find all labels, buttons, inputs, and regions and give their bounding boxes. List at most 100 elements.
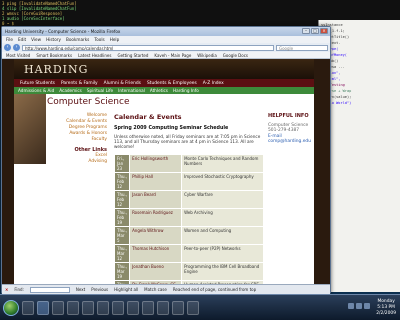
section-heading: Calendar & Events <box>114 113 182 121</box>
table-row: Thu., Mar 12 Thomas Hutchison Peer-to-peer… <box>113 243 264 263</box>
menu-view[interactable]: View <box>31 37 41 42</box>
taskbar-item[interactable] <box>187 300 199 315</box>
highlight-all-button[interactable]: Highlight all <box>114 287 138 292</box>
event-date: Thu., Mar 5 <box>113 225 131 245</box>
nav-item[interactable]: Harding Info <box>173 88 199 93</box>
taskbar-item[interactable] <box>67 300 79 315</box>
find-label: Find: <box>14 287 24 292</box>
bookmark-item[interactable]: Latest Headlines <box>78 53 111 58</box>
menu-tools[interactable]: Tools <box>94 37 104 42</box>
taskbar-items <box>22 300 199 315</box>
navigation-toolbar: ‹ › http://www.harding.edu/comp/calendar… <box>2 43 330 52</box>
event-date: Fri., Jan 23 <box>113 153 131 173</box>
clock[interactable]: Monday 5:13 PM 2/2/2009 <box>376 299 396 317</box>
forward-arrow-icon[interactable]: › <box>13 44 20 51</box>
event-speaker: Eric Hollingsworth <box>129 153 183 173</box>
minimize-button[interactable]: – <box>302 28 310 34</box>
nav-item[interactable]: Parents & Family <box>61 81 98 86</box>
battery-icon[interactable] <box>364 303 370 309</box>
table-row: Thu., Feb 12 Phillip Hall Improved Stochas… <box>113 171 264 191</box>
volume-icon[interactable] <box>356 303 362 309</box>
find-next-button[interactable]: Next <box>76 287 85 292</box>
taskbar-item[interactable] <box>127 300 139 315</box>
events-table: Fri., Jan 23 Eric Hollingsworth Monte Carl… <box>113 153 264 284</box>
hero-image <box>14 94 46 164</box>
menu-bar: File Edit View History Bookmarks Tools Help <box>2 36 330 43</box>
match-case-checkbox[interactable]: Match case <box>144 287 167 292</box>
taskbar-item[interactable] <box>37 300 49 315</box>
taskbar-item[interactable] <box>97 300 109 315</box>
code-line: "Hello World") <box>321 101 352 105</box>
event-title: Improved Stochastic Cryptography <box>181 171 264 191</box>
event-title: Web Archiving <box>181 207 264 227</box>
nav-item[interactable]: Students & Employees <box>147 81 197 86</box>
event-title: Peer-to-peer (P2P) Networks <box>181 243 264 263</box>
taskbar-item[interactable] <box>22 300 34 315</box>
menu-bookmarks[interactable]: Bookmarks <box>66 37 89 42</box>
seminar-heading: Spring 2009 Computing Seminar Schedule <box>114 126 229 131</box>
taskbar-item[interactable] <box>52 300 64 315</box>
other-link[interactable]: Advising <box>47 159 107 165</box>
bookmark-item[interactable]: Wikipedia <box>197 53 217 58</box>
taskbar-item[interactable] <box>157 300 169 315</box>
ide-code: ssInstancevers_1.f.1;ve_getTitle()ver.te… <box>319 20 400 108</box>
window-title: Harding University - Computer Science - … <box>5 29 121 34</box>
helpful-heading: HELPFUL INFO <box>268 113 309 119</box>
main-content: Calendar & Events Spring 2009 Computing … <box>113 113 264 284</box>
helpful-line[interactable]: comp@harding.edu <box>268 139 312 144</box>
menu-help[interactable]: Help <box>110 37 120 42</box>
taskbar-item[interactable] <box>82 300 94 315</box>
event-date: Thu., Feb 19 <box>113 207 131 227</box>
helpful-info: HELPFUL INFO Computer Science 501-279-4387… <box>268 113 312 145</box>
network-icon[interactable] <box>348 303 354 309</box>
table-row: Thu., Mar 19 Jonathan Bueno Programming th… <box>113 261 264 281</box>
bookmark-item[interactable]: Kaveh - Main Page <box>154 53 191 58</box>
nav-item[interactable]: Future Students <box>20 81 55 86</box>
nav-item[interactable]: International <box>118 88 145 93</box>
harding-page: HARDING Future Students Parents & Family A… <box>14 59 314 284</box>
start-button[interactable] <box>3 299 19 316</box>
bookmark-item[interactable]: Getting Started <box>117 53 148 58</box>
find-previous-button[interactable]: Previous <box>91 287 108 292</box>
nav-item[interactable]: Admissions & Aid <box>18 88 54 93</box>
event-date: Thu., Mar 19 <box>113 261 131 281</box>
event-speaker: Phillip Hall <box>129 171 183 191</box>
secondary-nav: Admissions & Aid Academics Spiritual Life I… <box>14 87 314 94</box>
close-find-icon[interactable]: × <box>5 287 8 292</box>
bookmark-item[interactable]: Smart Bookmarks <box>36 53 72 58</box>
back-arrow-icon[interactable]: ‹ <box>4 44 11 51</box>
nav-item[interactable]: Spiritual Life <box>87 88 113 93</box>
maximize-button[interactable]: □ <box>311 28 319 34</box>
site-logo[interactable]: HARDING <box>14 59 314 79</box>
nav-item[interactable]: Athletics <box>150 88 168 93</box>
menu-file[interactable]: File <box>6 37 13 42</box>
nav-item[interactable]: Academics <box>59 88 82 93</box>
menu-history[interactable]: History <box>46 37 61 42</box>
event-date: Thu., Feb 12 <box>113 189 131 209</box>
taskbar-item[interactable] <box>112 300 124 315</box>
bookmark-item[interactable]: Google Docs <box>223 53 248 58</box>
page-viewport[interactable]: HARDING Future Students Parents & Family A… <box>2 59 330 284</box>
find-input[interactable] <box>29 286 70 293</box>
address-bar[interactable]: http://www.harding.edu/comp/calendar.htm… <box>22 44 274 51</box>
close-button[interactable]: × <box>320 28 328 34</box>
menu-edit[interactable]: Edit <box>18 37 26 42</box>
event-speaker: Rosemain Rodriguez <box>129 207 183 227</box>
table-row: Thu., Mar 5 Angela Withrow Women and Compu… <box>113 225 264 245</box>
primary-nav: Future Students Parents & Family Alumni & … <box>14 79 314 87</box>
event-speaker: Angela Withrow <box>129 225 183 245</box>
taskbar-item[interactable] <box>172 300 184 315</box>
browser-window: Harding University - Computer Science - … <box>1 26 331 294</box>
page-title: Computer Science <box>47 97 130 107</box>
side-link[interactable]: Faculty <box>47 137 107 143</box>
event-title: Programming the IBM Cell Broadband Engin… <box>181 261 264 281</box>
taskbar-item[interactable] <box>142 300 154 315</box>
nav-item[interactable]: A-Z Index <box>203 81 224 86</box>
bookmark-item[interactable]: Most Visited <box>6 53 30 58</box>
taskbar: Monday 5:13 PM 2/2/2009 <box>0 294 400 320</box>
clock-date: 2/2/2009 <box>376 311 396 316</box>
find-bar: × Find: Next Previous Highlight all Matc… <box>2 284 330 294</box>
nav-item[interactable]: Alumni & Friends <box>104 81 141 86</box>
search-input[interactable]: Google <box>276 44 328 51</box>
table-row: Thu., Feb 12 Jason Beard Cyber Warfare <box>113 189 264 209</box>
